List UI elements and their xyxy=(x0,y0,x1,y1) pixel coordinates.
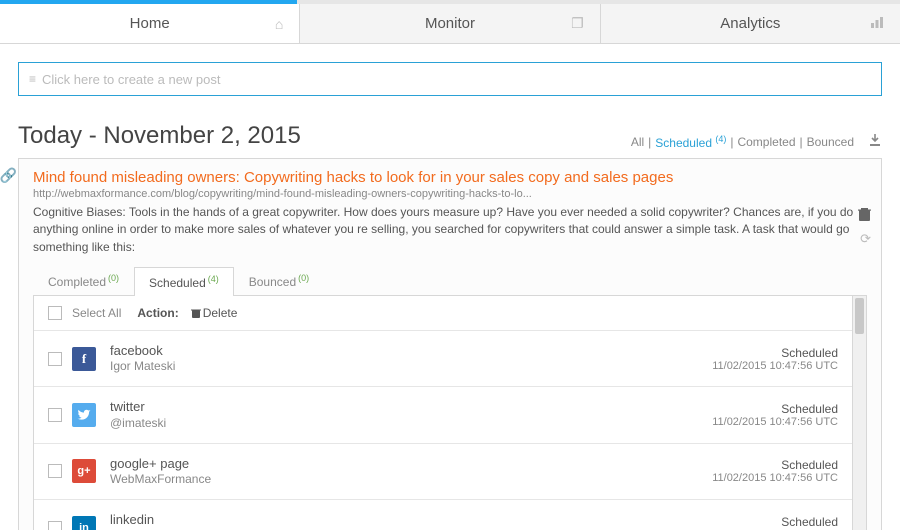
row-timestamp: 11/02/2015 10:47:56 UTC xyxy=(712,416,838,428)
burger-icon: ≡ xyxy=(29,72,36,86)
delete-post-icon[interactable] xyxy=(858,207,871,225)
row-network: twitter xyxy=(110,399,712,415)
monitor-icon: ❐ xyxy=(571,15,584,32)
row-timestamp: 11/02/2015 10:47:56 UTC xyxy=(712,360,838,372)
main-tabs: Home ⌂ Monitor ❐ Analytics xyxy=(0,4,900,44)
tab-home[interactable]: Home ⌂ xyxy=(0,4,300,43)
schedule-row: f facebook Igor Mateski Scheduled 11/02/… xyxy=(34,330,852,386)
row-status: Scheduled xyxy=(712,346,838,360)
compose-placeholder: Click here to create a new post xyxy=(42,72,220,87)
row-status: Scheduled xyxy=(712,515,838,529)
select-all-row: Select All Action: Delete xyxy=(34,296,852,330)
row-account: Igor Mateski xyxy=(110,359,712,374)
googleplus-icon: g+ xyxy=(72,459,96,483)
filter-scheduled[interactable]: Scheduled (4) xyxy=(655,134,726,150)
post-desc: Cognitive Biases: Tools in the hands of … xyxy=(33,204,867,256)
linkedin-icon: in xyxy=(72,516,96,530)
select-all-checkbox[interactable] xyxy=(48,306,62,320)
bulk-delete-button[interactable]: Delete xyxy=(191,306,238,320)
scrollbar[interactable] xyxy=(853,296,867,530)
row-status: Scheduled xyxy=(712,458,838,472)
link-icon: 🔗 xyxy=(0,167,17,184)
refresh-icon[interactable]: ⟳ xyxy=(860,231,871,247)
post-title[interactable]: Mind found misleading owners: Copywritin… xyxy=(33,169,867,186)
row-network: linkedin xyxy=(110,512,712,528)
analytics-icon xyxy=(870,15,884,32)
schedule-list: Select All Action: Delete f facebook Igo… xyxy=(33,296,853,530)
subtab-completed[interactable]: Completed(0) xyxy=(33,266,134,295)
home-icon: ⌂ xyxy=(275,16,283,32)
date-heading: Today - November 2, 2015 xyxy=(18,122,631,150)
row-network: google+ page xyxy=(110,456,712,472)
tab-analytics[interactable]: Analytics xyxy=(601,4,900,43)
compose-input[interactable]: ≡ Click here to create a new post xyxy=(18,62,882,96)
tab-monitor[interactable]: Monitor ❐ xyxy=(300,4,600,43)
row-checkbox[interactable] xyxy=(48,408,62,422)
filter-bounced[interactable]: Bounced xyxy=(807,135,854,149)
row-account: WebMaxFormance xyxy=(110,472,712,487)
tab-analytics-label: Analytics xyxy=(720,15,780,32)
schedule-row: in linkedin Igor Mateski [LION 3500+] Sc… xyxy=(34,499,852,530)
row-account: @imateski xyxy=(110,416,712,431)
twitter-icon xyxy=(72,403,96,427)
download-icon[interactable] xyxy=(868,133,882,150)
post-url: http://webmaxformance.com/blog/copywriti… xyxy=(33,188,867,200)
action-label: Action: xyxy=(137,306,178,320)
schedule-row: g+ google+ page WebMaxFormance Scheduled… xyxy=(34,443,852,499)
tab-home-label: Home xyxy=(130,15,170,32)
row-checkbox[interactable] xyxy=(48,352,62,366)
filter-all[interactable]: All xyxy=(631,135,644,149)
row-status: Scheduled xyxy=(712,402,838,416)
facebook-icon: f xyxy=(72,347,96,371)
row-checkbox[interactable] xyxy=(48,521,62,530)
subtabs: Completed(0) Scheduled(4) Bounced(0) xyxy=(33,266,867,296)
subtab-scheduled[interactable]: Scheduled(4) xyxy=(134,267,234,296)
post-card: 🔗 ⟳ Mind found misleading owners: Copywr… xyxy=(18,158,882,530)
row-checkbox[interactable] xyxy=(48,464,62,478)
scrollbar-thumb[interactable] xyxy=(855,298,864,334)
row-network: facebook xyxy=(110,343,712,359)
row-timestamp: 11/02/2015 10:47:56 UTC xyxy=(712,472,838,484)
filter-bar: All| Scheduled (4) | Completed| Bounced xyxy=(631,133,882,150)
filter-completed[interactable]: Completed xyxy=(737,135,795,149)
schedule-row: twitter @imateski Scheduled 11/02/2015 1… xyxy=(34,386,852,442)
subtab-bounced[interactable]: Bounced(0) xyxy=(234,266,324,295)
tab-monitor-label: Monitor xyxy=(425,15,475,32)
select-all-label: Select All xyxy=(72,306,121,320)
